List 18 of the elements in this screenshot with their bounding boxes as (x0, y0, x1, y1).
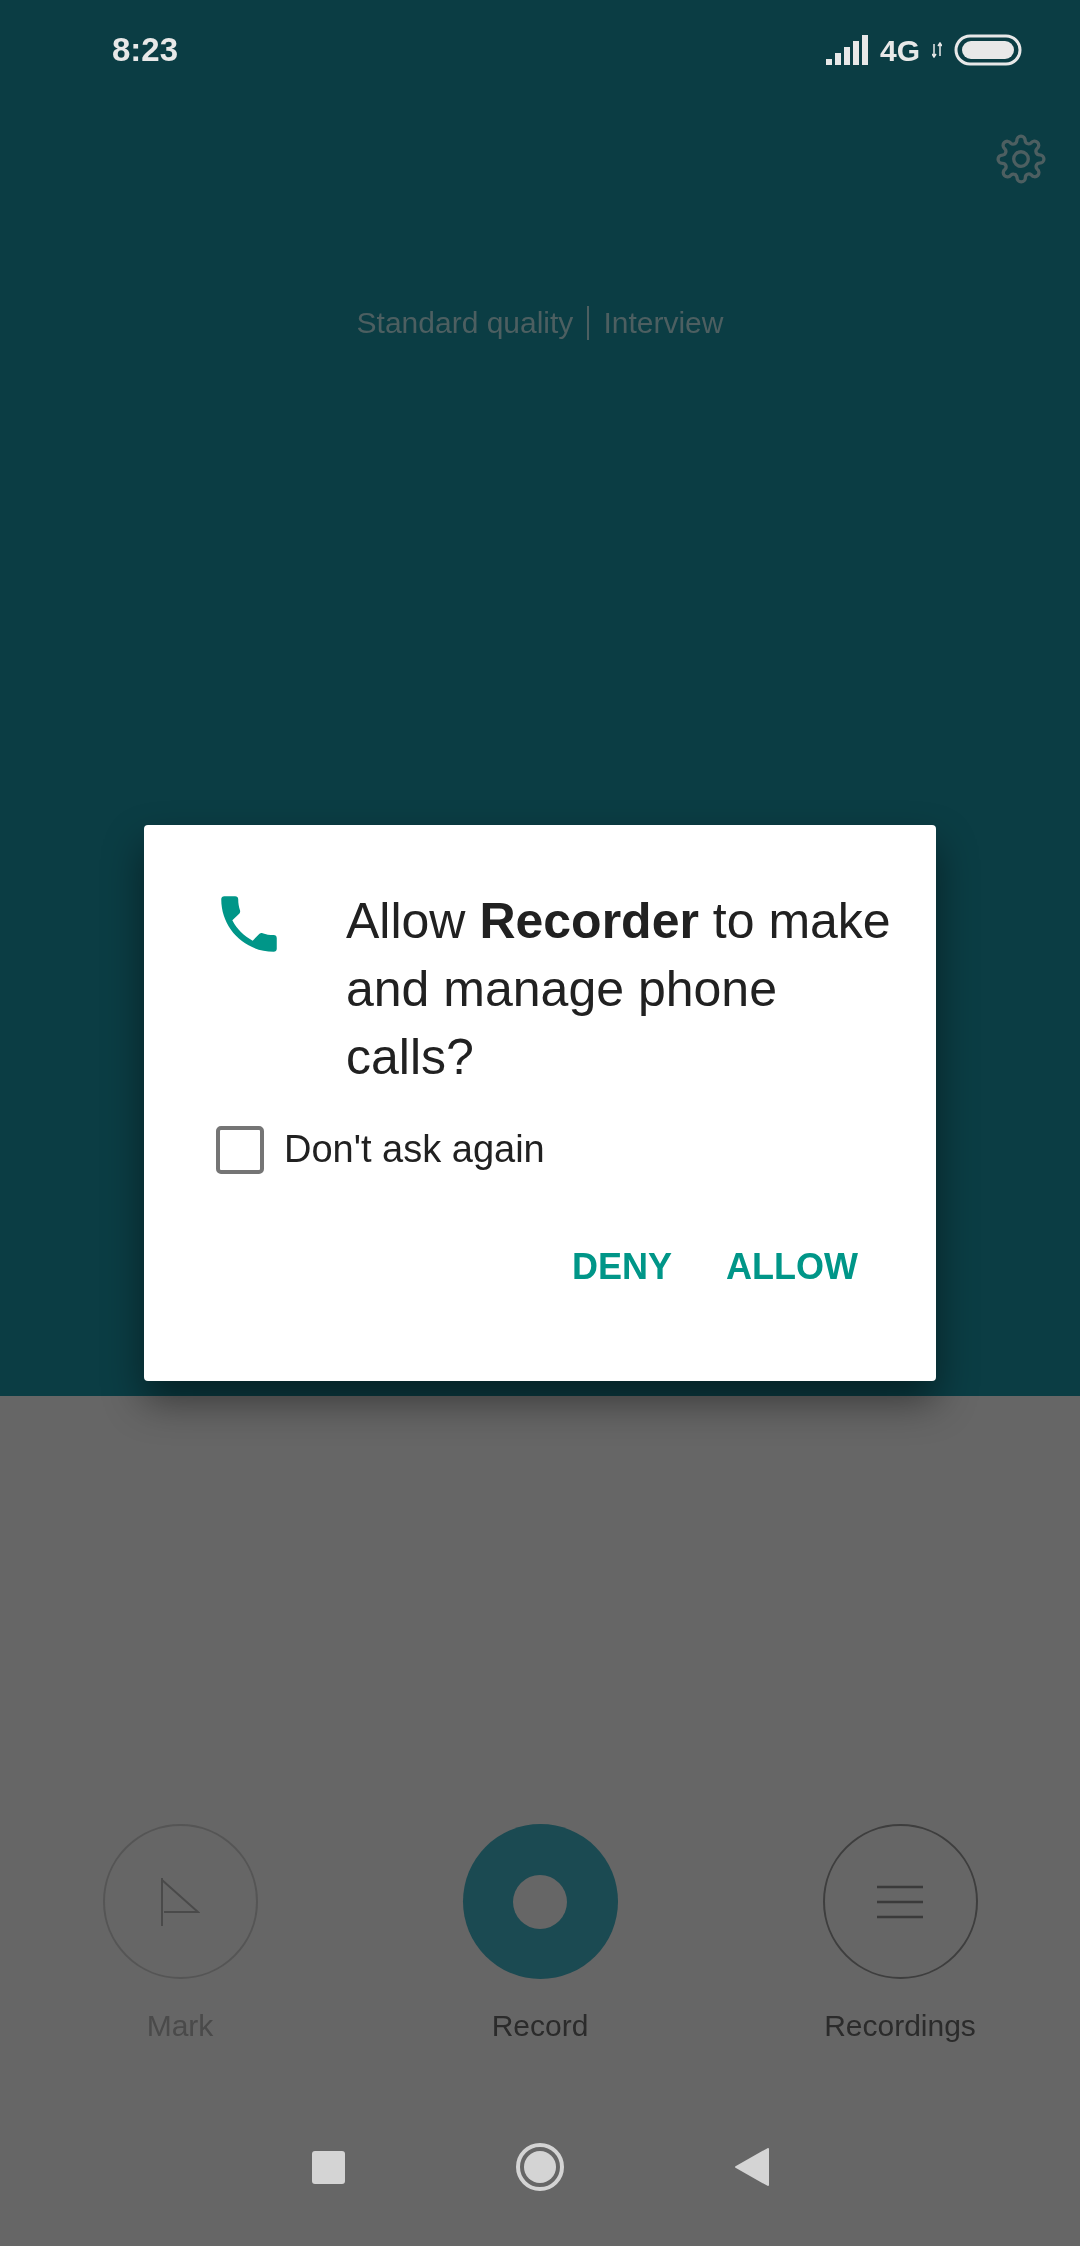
deny-button[interactable]: DENY (570, 1240, 675, 1294)
battery-icon (954, 34, 1022, 66)
control-label: Record (491, 2008, 589, 2044)
checkbox-label: Don't ask again (284, 1127, 545, 1172)
allow-button[interactable]: ALLOW (724, 1240, 860, 1294)
dialog-title: Allow Recorder to make and manage phone calls? (346, 892, 892, 1087)
record-dot-icon (512, 1873, 568, 1930)
recent-apps-icon[interactable] (311, 2150, 345, 2184)
control-label: Recordings (824, 2008, 976, 2044)
flag-icon (160, 1877, 200, 1926)
checkbox[interactable] (216, 1125, 264, 1174)
data-arrows-icon (932, 42, 942, 58)
home-icon[interactable] (514, 2142, 565, 2192)
network-type: 4G (879, 32, 920, 69)
signal-icon (825, 35, 868, 65)
status-time: 8:23 (112, 30, 179, 71)
menu-icon (877, 1884, 923, 1919)
back-icon[interactable] (734, 2148, 769, 2186)
